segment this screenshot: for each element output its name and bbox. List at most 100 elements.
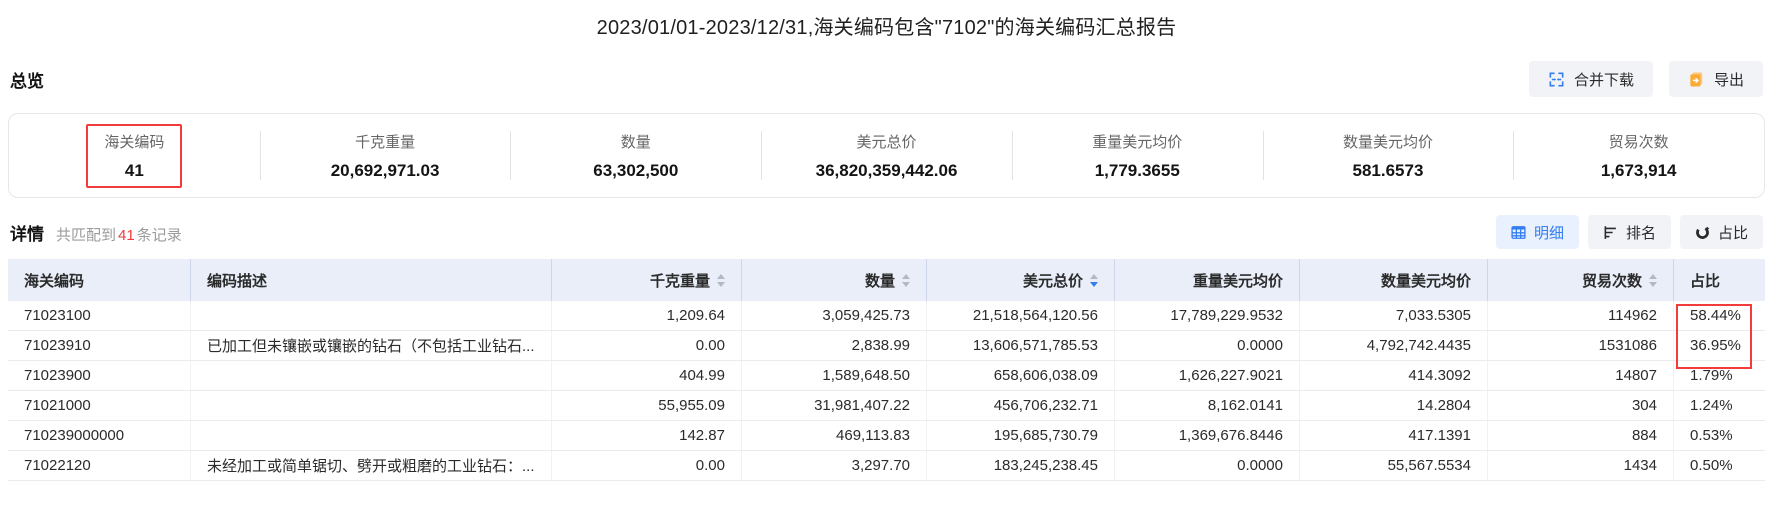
stats-card: 海关编码 41 千克重量 20,692,971.03 数量 63,302,500… — [8, 113, 1765, 198]
column-header-1: 海关编码 — [8, 259, 190, 301]
stat-item: 数量美元均价 581.6573 — [1262, 114, 1514, 197]
pie-icon — [1695, 225, 1710, 240]
table-cell: 0.0000 — [1114, 331, 1299, 360]
column-header-4[interactable]: 数量 — [741, 259, 926, 301]
table-cell: 1,589,648.50 — [741, 361, 926, 390]
table-row: 71021000 55,955.09 31,981,407.22 456,706,23… — [8, 391, 1765, 421]
sort-caret-down-icon — [1090, 281, 1098, 287]
column-header-label: 千克重量 — [649, 272, 710, 290]
report-title: 2023/01/01-2023/12/31,海关编码包含"7102"的海关编码汇… — [596, 17, 1177, 39]
table-cell: 31,981,407.22 — [741, 391, 926, 420]
table-cell: 456,706,232.71 — [926, 391, 1114, 420]
table-cell: 1.24% — [1673, 391, 1765, 420]
table-cell: 17,789,229.9532 — [1114, 301, 1299, 330]
view-tabs: 明细 排名 占比 — [1495, 215, 1763, 249]
table-cell: 已加工但未镶嵌或镶嵌的钻石（不包括工业钻石... — [190, 331, 551, 360]
overview-header-row: 总览 合并下载 导出 — [0, 61, 1773, 97]
table-cell: 469,113.83 — [741, 421, 926, 450]
table-cell: 71023100 — [24, 307, 91, 324]
table-cell: 未经加工或简单锯切、劈开或粗磨的工业钻石：... — [190, 451, 551, 480]
merge-download-label: 合并下载 — [1573, 71, 1634, 89]
table-cell: 404.99 — [551, 361, 741, 390]
table-cell: 0.50% — [1673, 451, 1765, 480]
table-cell: 183,245,238.45 — [926, 451, 1114, 480]
column-header-7: 数量美元均价 — [1299, 259, 1487, 301]
column-header-9: 占比 — [1673, 259, 1765, 301]
table-cell: 71023910 — [24, 337, 91, 354]
table-row: 71023900 404.99 1,589,648.50 658,606,038.09… — [8, 361, 1765, 391]
column-header-label: 美元总价 — [1022, 272, 1083, 290]
column-header-label: 海关编码 — [24, 272, 85, 290]
table-cell: 417.1391 — [1299, 421, 1487, 450]
table-body: 71023100 1,209.64 3,059,425.73 21,518,564,1… — [8, 301, 1765, 481]
stat-item: 数量 63,302,500 — [510, 114, 761, 197]
stat-item: 美元总价 36,820,359,442.06 — [761, 114, 1012, 197]
stat-item: 贸易次数 1,673,914 — [1513, 114, 1764, 197]
stat-value: 581.6573 — [1352, 160, 1424, 180]
column-header-label: 数量 — [864, 272, 895, 290]
column-header-5[interactable]: 美元总价 — [926, 259, 1114, 301]
sort-carets-icon — [1649, 273, 1657, 287]
tab-ranking[interactable]: 排名 — [1587, 215, 1671, 249]
table-cell: 58.44% — [1673, 301, 1765, 330]
table-cell: 710239000000 — [24, 427, 125, 444]
match-count: 41 — [118, 226, 135, 244]
sort-caret-down-icon — [717, 281, 725, 287]
column-header-label: 贸易次数 — [1581, 272, 1642, 290]
stat-value: 20,692,971.03 — [330, 160, 440, 180]
table-cell: 13,606,571,785.53 — [926, 331, 1114, 360]
table-cell: 114962 — [1487, 301, 1673, 330]
table-cell — [190, 301, 551, 330]
table-cell: 142.87 — [551, 421, 741, 450]
column-header-8[interactable]: 贸易次数 — [1487, 259, 1673, 301]
table-cell: 14.2804 — [1299, 391, 1487, 420]
sort-carets-icon — [1090, 273, 1098, 287]
stat-label: 重量美元均价 — [1092, 133, 1183, 151]
sort-caret-up-icon — [717, 273, 725, 279]
table-row: 710239000000 142.87 469,113.83 195,685,730.… — [8, 421, 1765, 451]
column-header-label: 重量美元均价 — [1192, 272, 1283, 290]
stat-label: 海关编码 — [104, 133, 165, 151]
stat-item: 千克重量 20,692,971.03 — [259, 114, 511, 197]
tab-ranking-label: 排名 — [1625, 224, 1656, 242]
sort-caret-down-icon — [1649, 281, 1657, 287]
table-cell: 414.3092 — [1299, 361, 1487, 390]
table-cell: 4,792,742.4435 — [1299, 331, 1487, 360]
overview-section-title: 总览 — [10, 71, 44, 91]
table-cell — [190, 421, 551, 450]
export-icon — [1688, 71, 1705, 88]
table-cell: 195,685,730.79 — [926, 421, 1114, 450]
stat-label: 贸易次数 — [1608, 133, 1669, 151]
table-cell: 3,059,425.73 — [741, 301, 926, 330]
stat-value: 1,779.3655 — [1094, 160, 1180, 180]
overview-actions: 合并下载 导出 — [1528, 61, 1763, 97]
table-cell: 71021000 — [24, 397, 91, 414]
column-header-label: 占比 — [1690, 272, 1721, 290]
table-cell: 1,626,227.9021 — [1114, 361, 1299, 390]
sort-caret-up-icon — [1649, 273, 1657, 279]
column-header-label: 编码描述 — [207, 272, 268, 290]
table-cell: 3,297.70 — [741, 451, 926, 480]
column-header-3[interactable]: 千克重量 — [551, 259, 741, 301]
table-row: 71023100 1,209.64 3,059,425.73 21,518,564,1… — [8, 301, 1765, 331]
stat-item: 重量美元均价 1,779.3655 — [1011, 114, 1263, 197]
merge-download-button[interactable]: 合并下载 — [1528, 61, 1653, 97]
stat-label: 数量 — [620, 133, 651, 151]
stat-label: 数量美元均价 — [1342, 133, 1433, 151]
tab-detail-label: 明细 — [1533, 224, 1564, 242]
tab-ratio[interactable]: 占比 — [1679, 215, 1763, 249]
details-section-title: 详情 — [10, 224, 44, 244]
table-cell: 884 — [1487, 421, 1673, 450]
tab-detail[interactable]: 明细 — [1495, 215, 1579, 249]
stat-label: 千克重量 — [355, 133, 416, 151]
table-cell: 1434 — [1487, 451, 1673, 480]
table-cell: 21,518,564,120.56 — [926, 301, 1114, 330]
table-row: 71023910 已加工但未镶嵌或镶嵌的钻石（不包括工业钻石... 0.00 2,83… — [8, 331, 1765, 361]
export-button[interactable]: 导出 — [1668, 61, 1763, 97]
table-cell: 55,955.09 — [551, 391, 741, 420]
table-cell: 658,606,038.09 — [926, 361, 1114, 390]
stat-value: 1,673,914 — [1600, 160, 1677, 180]
table-cell: 304 — [1487, 391, 1673, 420]
sort-carets-icon — [717, 273, 725, 287]
table-cell: 71023900 — [24, 367, 91, 384]
